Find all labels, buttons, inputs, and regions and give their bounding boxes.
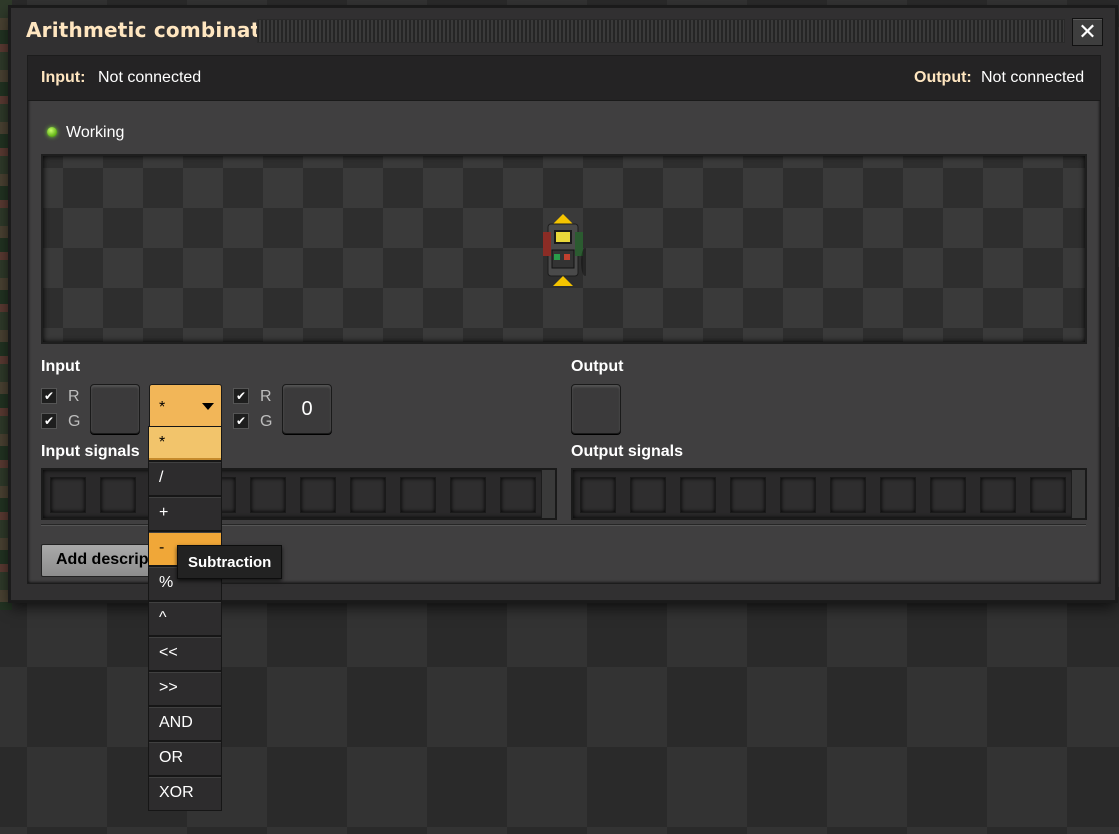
- input-left-red-checkbox[interactable]: ✔: [41, 388, 57, 404]
- input-right-green-label: G: [260, 413, 273, 430]
- output-signals-title: Output signals: [571, 443, 683, 460]
- input-left-green-label: G: [68, 413, 81, 430]
- operator-option-power[interactable]: ^: [148, 601, 222, 636]
- output-section-title: Output: [571, 358, 624, 375]
- input-left-red-label: R: [68, 388, 80, 405]
- check-icon: ✔: [43, 414, 55, 428]
- input-signal-slot: [500, 477, 536, 513]
- input-signals-scrollbar[interactable]: [541, 470, 555, 518]
- window-title: Arithmetic combinator: [26, 18, 285, 42]
- input-signals-panel: [41, 468, 557, 520]
- output-signal-slot: [1030, 477, 1066, 513]
- input-signal-slot: [50, 477, 86, 513]
- output-signal-slot: [630, 477, 666, 513]
- input-signal-slot: [450, 477, 486, 513]
- check-icon: ✔: [43, 389, 55, 403]
- input-signal-slot: [350, 477, 386, 513]
- input-signal-slot: [300, 477, 336, 513]
- input-right-red-checkbox[interactable]: ✔: [233, 388, 249, 404]
- output-signal-slot: [680, 477, 716, 513]
- output-connection-status: Not connected: [981, 69, 1085, 86]
- output-signal-slot: [730, 477, 766, 513]
- operator-option-divide[interactable]: /: [148, 461, 222, 496]
- output-signals-scrollbar[interactable]: [1071, 470, 1085, 518]
- connection-bar: Input: Not connected Output: Not connect…: [28, 56, 1100, 101]
- entity-preview: [41, 154, 1087, 344]
- operator-selected-value: *: [159, 399, 166, 416]
- input-signals-title: Input signals: [41, 443, 140, 460]
- chevron-down-icon: [202, 403, 214, 410]
- second-constant-slot[interactable]: 0: [282, 384, 332, 434]
- input-signal-slot: [400, 477, 436, 513]
- output-signal-slot[interactable]: [571, 384, 621, 434]
- output-signal-slot: [930, 477, 966, 513]
- check-icon: ✔: [235, 414, 247, 428]
- input-section-title: Input: [41, 358, 81, 375]
- operator-dropdown-list: * / + - % ^ << >> AND OR XOR: [148, 426, 222, 811]
- input-connection-status: Not connected: [98, 69, 202, 86]
- operator-option-left-shift[interactable]: <<: [148, 636, 222, 671]
- check-icon: ✔: [235, 389, 247, 403]
- input-right-red-label: R: [260, 388, 272, 405]
- operator-option-right-shift[interactable]: >>: [148, 671, 222, 706]
- output-connection-label: Output:: [914, 69, 972, 86]
- first-signal-slot[interactable]: [90, 384, 140, 434]
- input-right-green-checkbox[interactable]: ✔: [233, 413, 249, 429]
- tooltip: Subtraction: [177, 545, 283, 579]
- status-text: Working: [66, 124, 125, 141]
- output-signal-slot: [780, 477, 816, 513]
- operator-option-or[interactable]: OR: [148, 741, 222, 776]
- operator-option-add[interactable]: +: [148, 496, 222, 531]
- input-signal-slot: [250, 477, 286, 513]
- input-signal-slot: [100, 477, 136, 513]
- status-indicator-icon: [47, 127, 57, 137]
- drag-handle[interactable]: [257, 19, 1065, 43]
- operator-option-and[interactable]: AND: [148, 706, 222, 741]
- input-connection-label: Input:: [41, 69, 86, 86]
- constant-value: 0: [301, 397, 313, 420]
- title-bar[interactable]: Arithmetic combinator ✕: [11, 8, 1115, 54]
- arithmetic-combinator-entity-icon: [543, 214, 586, 286]
- output-signal-slot: [830, 477, 866, 513]
- output-signal-slot: [980, 477, 1016, 513]
- output-signal-slot: [880, 477, 916, 513]
- input-left-green-checkbox[interactable]: ✔: [41, 413, 57, 429]
- operator-option-xor[interactable]: XOR: [148, 776, 222, 811]
- output-signals-panel: [571, 468, 1087, 520]
- operator-option-multiply[interactable]: *: [148, 426, 222, 461]
- close-icon: ✕: [1078, 19, 1097, 44]
- close-button[interactable]: ✕: [1072, 18, 1103, 46]
- output-signal-slot: [580, 477, 616, 513]
